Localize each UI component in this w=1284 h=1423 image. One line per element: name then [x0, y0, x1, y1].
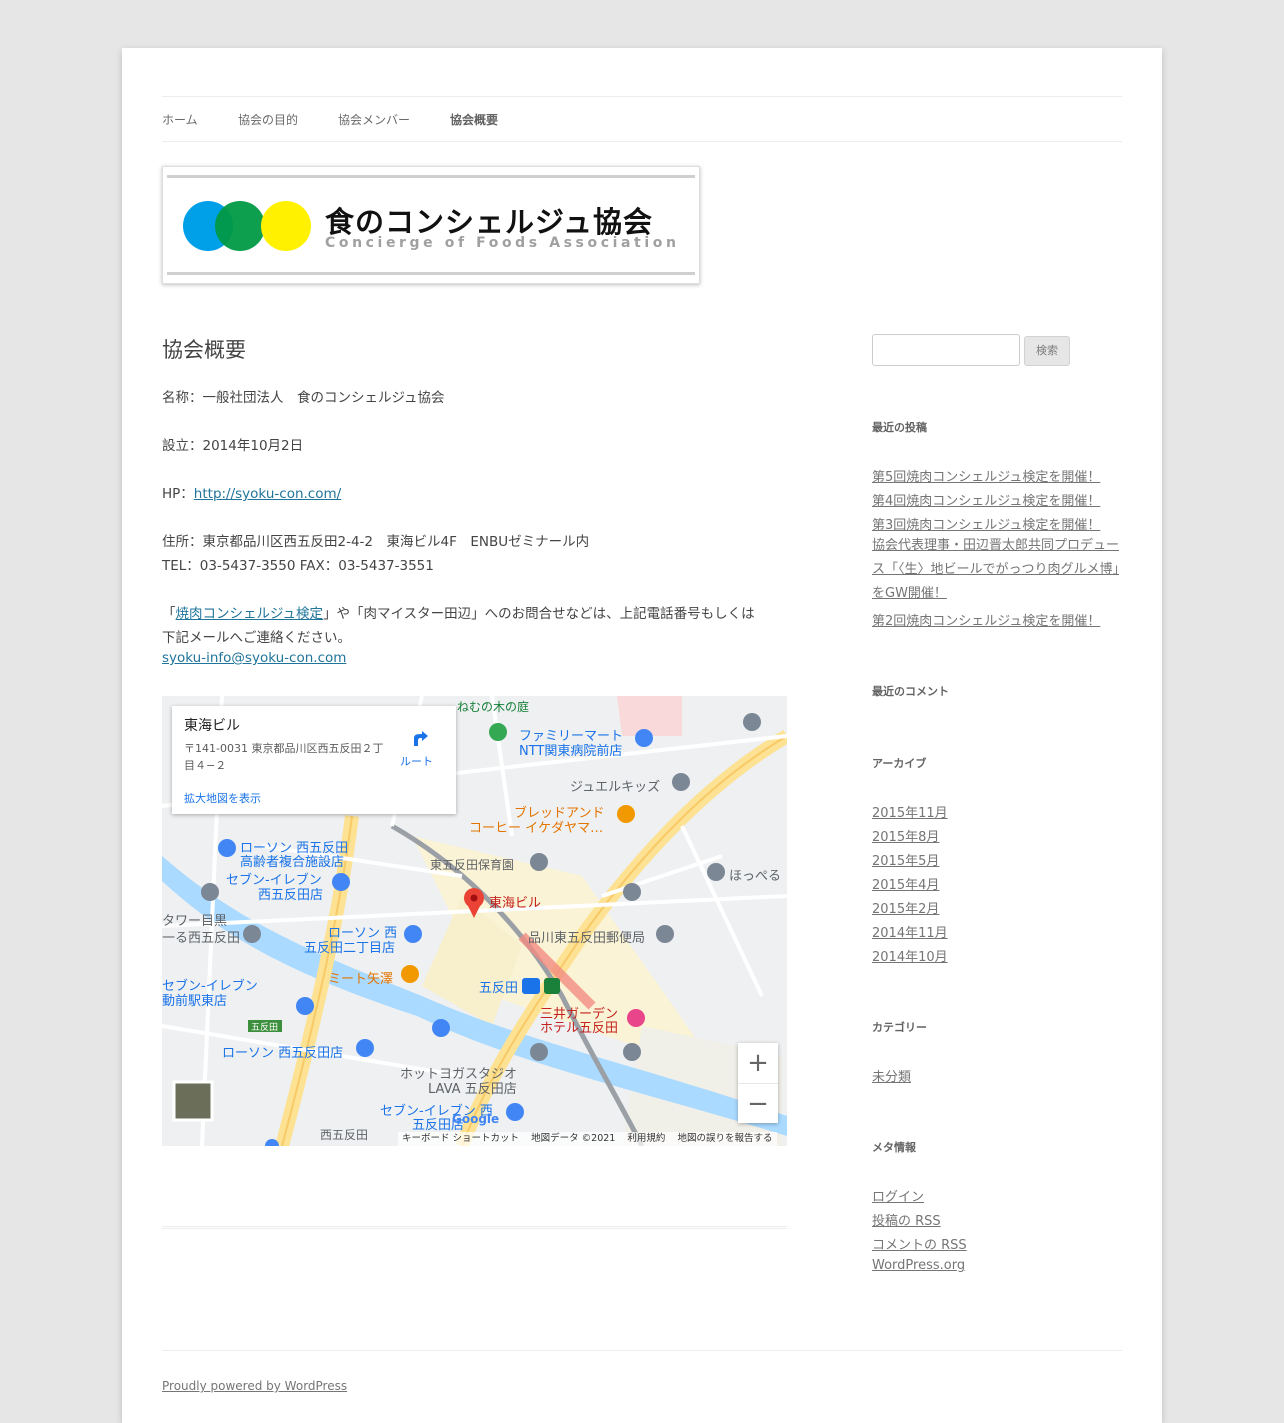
keyboard-shortcuts-link[interactable]: キーボード ショートカット: [402, 1133, 519, 1144]
meta-title: メタ情報: [872, 1141, 916, 1154]
nav-item-overview[interactable]: 協会概要: [450, 111, 498, 128]
map-label: 五反田: [479, 981, 519, 996]
map-label: ローソン 西五反田店: [222, 1046, 344, 1061]
map-label: ねむの木の庭: [457, 700, 530, 714]
recent-post-link[interactable]: 第4回焼肉コンシェルジュ検定を開催！: [872, 490, 1100, 509]
map-label: 品川東五反田郵便局: [528, 931, 646, 946]
main-navigation: ホーム 協会の目的 協会メンバー 協会概要: [162, 96, 1122, 142]
nav-item-home[interactable]: ホーム: [162, 111, 198, 128]
place-address: 〒141-0031 東京都品川区西五反田２丁目４−２: [184, 742, 384, 772]
archive-link[interactable]: 2015年4月: [872, 874, 939, 893]
map-label: ジュエルキッズ: [570, 780, 661, 795]
tel-line: TEL：03-5437-3550 FAX：03-5437-3551: [162, 558, 434, 574]
meta-login-link[interactable]: ログイン: [872, 1186, 924, 1205]
archive-link[interactable]: 2015年2月: [872, 898, 939, 917]
search-button[interactable]: 検索: [1024, 336, 1070, 366]
category-link[interactable]: 未分類: [872, 1066, 911, 1085]
meta-posts-rss-link[interactable]: 投稿の RSS: [872, 1210, 941, 1229]
archive-link[interactable]: 2015年8月: [872, 826, 939, 845]
nav-item-members[interactable]: 協会メンバー: [338, 111, 410, 128]
terms-link[interactable]: 利用規約: [627, 1133, 665, 1144]
email-link[interactable]: syoku-info@syoku-con.com: [162, 650, 346, 666]
archive-link[interactable]: 2014年11月: [872, 922, 948, 941]
established-line: 設立：2014年10月2日: [162, 438, 304, 454]
map-label: ほっぺる: [729, 869, 782, 884]
larger-map-link[interactable]: 拡大地図を表示: [184, 790, 261, 806]
recent-post-link[interactable]: 第2回焼肉コンシェルジュ検定を開催！: [872, 610, 1100, 629]
archive-link[interactable]: 2015年5月: [872, 850, 939, 869]
recent-posts-title: 最近の投稿: [872, 421, 927, 434]
site-footer: Proudly powered by WordPress: [162, 1350, 1122, 1393]
map-label: ホテル五反田: [540, 1021, 619, 1036]
map-data-credit: 地図データ ©2021: [531, 1133, 616, 1144]
inquiry-rest: 」や「肉マイスター田辺」へのお問合せなどは、上記電話番号もしくは: [323, 606, 755, 622]
recent-post-link[interactable]: 協会代表理事・田辺晋太郎共同プロデュース「〈生〉地ビールでがっつり肉グルメ博」を…: [872, 534, 1122, 606]
entry-title: 協会概要: [162, 338, 246, 362]
map-label: LAVA 五反田店: [428, 1082, 517, 1097]
recent-post-link[interactable]: 第3回焼肉コンシェルジュ検定を開催！: [872, 514, 1100, 533]
route-button[interactable]: ルート: [400, 753, 433, 769]
recent-comments-title: 最近のコメント: [872, 685, 949, 698]
entry-separator: [162, 1226, 787, 1229]
hp-link[interactable]: http://syoku-con.com/: [194, 486, 341, 502]
place-name: 東海ビル: [184, 718, 240, 734]
archive-link[interactable]: 2014年10月: [872, 946, 948, 965]
meta-wordpress-link[interactable]: WordPress.org: [872, 1258, 965, 1273]
page: ホーム 協会の目的 協会メンバー 協会概要 食のコンシェルジュ協会 Concie…: [122, 48, 1162, 1423]
meta-comments-rss-link[interactable]: コメントの RSS: [872, 1234, 967, 1253]
header-logo[interactable]: 食のコンシェルジュ協会 Concierge of Foods Associati…: [162, 166, 700, 284]
categories-title: カテゴリー: [872, 1021, 927, 1034]
map-footer: キーボード ショートカット 地図データ ©2021 利用規約 地図の誤りを報告す…: [398, 1132, 777, 1146]
map-label: 西五反田: [320, 1128, 369, 1142]
archives-title: アーカイブ: [872, 757, 927, 770]
nav-item-purpose[interactable]: 協会の目的: [238, 111, 298, 128]
map-label: ミート矢澤: [328, 972, 394, 987]
archive-link[interactable]: 2015年11月: [872, 802, 948, 821]
logo-green-circle: [215, 201, 265, 251]
directions-icon[interactable]: [410, 728, 430, 748]
inquiry-line-2: 下記メールへご連絡ください。: [162, 630, 351, 646]
kentei-link[interactable]: 焼肉コンシェルジュ検定: [176, 606, 324, 622]
logo-bottom-bar: [167, 272, 695, 275]
svg-text:五反田: 五反田: [251, 1022, 278, 1033]
search-input[interactable]: [872, 334, 1020, 366]
name-line: 名称：一般社団法人 食のコンシェルジュ協会: [162, 390, 445, 406]
logo-yellow-circle: [261, 201, 311, 251]
map-label: NTT関東病院前店: [519, 744, 623, 759]
map-label: 動前駅東店: [162, 994, 228, 1009]
map-label: 五反田二丁目店: [304, 941, 396, 956]
map-label: 西五反田店: [258, 888, 324, 903]
map-label: 東五反田保育園: [430, 858, 515, 872]
marker-label: 東海ビル: [489, 896, 542, 911]
powered-by-link[interactable]: Proudly powered by WordPress: [162, 1379, 347, 1393]
google-logo: Google: [452, 1112, 500, 1126]
map-label: 高齢者複合施設店: [240, 855, 345, 870]
recent-post-link[interactable]: 第5回焼肉コンシェルジュ検定を開催！: [872, 466, 1100, 485]
map-info-card: 東海ビル 〒141-0031 東京都品川区西五反田２丁目４−２ 拡大地図を表示 …: [172, 706, 456, 814]
address-line: 住所：東京都品川区西五反田2-4-2 東海ビル4F ENBUゼミナール内: [162, 534, 590, 550]
google-map[interactable]: 五反田 ねむの木の庭 ファミリーマート NTT関東病院前店 ジュエルキッズ ブレ…: [162, 696, 787, 1146]
hp-prefix: HP：: [162, 486, 194, 502]
zoom-in-button[interactable]: +: [738, 1043, 778, 1083]
map-label: コーヒー イケダヤマ…: [469, 821, 604, 836]
zoom-out-button[interactable]: −: [738, 1083, 778, 1124]
hp-line: HP：http://syoku-con.com/: [162, 482, 341, 502]
logo-subtitle: Concierge of Foods Association: [325, 235, 680, 251]
report-error-link[interactable]: 地図の誤りを報告する: [678, 1133, 773, 1144]
logo-top-bar: [167, 175, 695, 178]
inquiry-line: 「焼肉コンシェルジュ検定」や「肉マイスター田辺」へのお問合せなどは、上記電話番号…: [162, 602, 755, 622]
map-label: 一る西五反田: [162, 931, 241, 946]
email-line: syoku-info@syoku-con.com: [162, 650, 346, 666]
inquiry-open: 「: [162, 606, 176, 622]
zoom-control: + −: [738, 1043, 778, 1123]
